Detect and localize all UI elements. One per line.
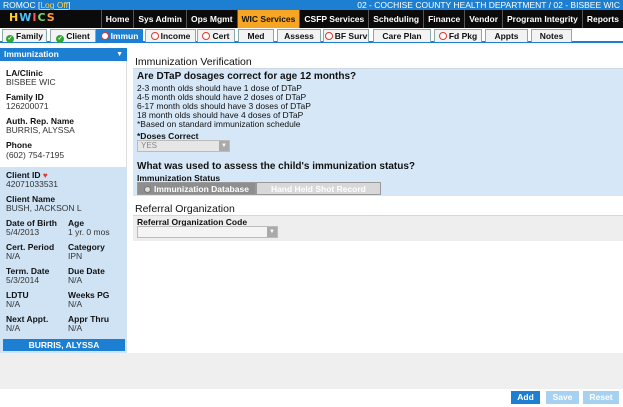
nav-item-finance[interactable]: Finance <box>423 10 464 28</box>
client-id-value: 42071033531 <box>6 179 59 189</box>
immunization-status-radio-group: Immunization Database Hand Held Shot Rec… <box>137 182 381 195</box>
bottom-panel <box>0 353 623 389</box>
immunization-verification-title: Immunization Verification <box>135 56 252 68</box>
hwics-logo: HWICS <box>9 11 56 24</box>
tab-notes[interactable]: Notes <box>531 29 572 42</box>
term-date-value: 5/3/2014 <box>6 275 40 285</box>
auth-rep-value: BURRIS, ALYSSA <box>6 125 75 135</box>
tab-income[interactable]: Income <box>145 29 196 42</box>
tab-cert[interactable]: Cert <box>197 29 235 42</box>
client-tab-bar: ✓ Family ✓ Client Immun Income Cert Med Assess BF… <box>0 28 623 43</box>
immunization-database-radio[interactable]: Immunization Database <box>137 182 256 195</box>
app-name: ROMOC [Log Off] <box>3 0 71 10</box>
cert-period-value: N/A <box>6 251 21 261</box>
nav-item-home[interactable]: Home <box>100 10 134 28</box>
nav-item-ops-mgmt[interactable]: Ops Mgmt <box>185 10 237 28</box>
required-icon <box>150 32 159 40</box>
appr-thru-value: N/A <box>68 323 83 333</box>
referral-block: Referral Organization Code ▼ <box>133 216 623 241</box>
tab-immun[interactable]: Immun <box>96 29 143 42</box>
nav-item-wic-services[interactable]: WIC Services <box>236 10 300 28</box>
tab-fd-pkg[interactable]: Fd Pkg <box>434 29 482 42</box>
ldtu-value: N/A <box>6 299 21 309</box>
nav-item-program-integrity[interactable]: Program Integrity <box>502 10 582 28</box>
category-value: IPN <box>68 251 83 261</box>
hand-held-shot-record-radio[interactable]: Hand Held Shot Record <box>255 182 381 195</box>
tab-bf-surv[interactable]: BF Surv <box>323 29 369 42</box>
nav-menu: Home Sys Admin Ops Mgmt WIC Services CSFP Se… <box>100 10 623 28</box>
weeks-pg-value: N/A <box>68 299 83 309</box>
client-name-value: BUSH, JACKSON L <box>6 203 82 213</box>
check-icon: ✓ <box>6 35 15 43</box>
chevron-down-icon: ▼ <box>267 227 277 237</box>
required-icon <box>100 32 109 40</box>
tab-appts[interactable]: Appts <box>485 29 528 42</box>
nav-item-scheduling[interactable]: Scheduling <box>368 10 423 28</box>
nav-item-csfp-services[interactable]: CSFP Services <box>299 10 368 28</box>
tab-assess[interactable]: Assess <box>277 29 321 42</box>
referral-code-select[interactable]: ▼ <box>137 226 278 238</box>
check-icon: ✓ <box>56 35 65 43</box>
location-label: 02 - COCHISE COUNTY HEALTH DEPARTMENT / … <box>357 0 620 10</box>
dtap-question: Are DTaP dosages correct for age 12 mont… <box>137 71 357 82</box>
phone-value: (602) 754-7195 <box>6 150 65 160</box>
due-date-value: N/A <box>68 275 83 285</box>
required-icon <box>324 32 333 40</box>
next-appt-value: N/A <box>6 323 21 333</box>
auth-rep-footer[interactable]: BURRIS, ALYSSA <box>3 339 125 351</box>
tab-client[interactable]: ✓ Client <box>50 29 96 43</box>
referral-organization-title: Referral Organization <box>135 203 235 215</box>
family-info: LA/Clinic BISBEE WIC Family ID 126200071… <box>0 61 127 167</box>
la-clinic-value: BISBEE WIC <box>6 77 56 87</box>
main-nav: HWICS Home Sys Admin Ops Mgmt WIC Services C… <box>0 10 623 28</box>
family-id-value: 126200071 <box>6 101 49 111</box>
required-icon <box>202 32 211 40</box>
schedule-note: *Based on standard immunization schedule <box>137 119 301 129</box>
client-summary-sidebar: Immunization ▼ LA/Clinic BISBEE WIC Fami… <box>0 48 127 353</box>
tab-care-plan[interactable]: Care Plan <box>373 29 431 42</box>
client-info: Client ID ♥ 42071033531 Client Name BUSH… <box>0 167 127 353</box>
reset-button[interactable]: Reset <box>583 391 619 404</box>
nav-item-sys-admin[interactable]: Sys Admin <box>133 10 186 28</box>
log-off-link[interactable]: Log Off <box>40 0 68 10</box>
tab-med[interactable]: Med <box>238 29 274 42</box>
chevron-down-icon: ▼ <box>219 141 229 151</box>
save-button[interactable]: Save <box>546 391 579 404</box>
add-button[interactable]: Add <box>511 391 540 404</box>
assessment-question: What was used to assess the child's immu… <box>137 161 415 172</box>
age-value: 1 yr. 0 mos <box>68 227 110 237</box>
nav-item-reports[interactable]: Reports <box>581 10 623 28</box>
dob-value: 5/4/2013 <box>6 227 40 237</box>
nav-item-vendor[interactable]: Vendor <box>464 10 502 28</box>
tab-family[interactable]: ✓ Family <box>2 29 47 43</box>
sidebar-header[interactable]: Immunization ▼ <box>0 48 127 61</box>
radio-icon <box>144 186 151 193</box>
phone-label: Phone <box>6 140 32 150</box>
doses-correct-select[interactable]: YES ▼ <box>137 140 230 152</box>
dtap-question-block: Are DTaP dosages correct for age 12 mont… <box>133 69 623 196</box>
required-icon <box>438 32 447 40</box>
title-bar: ROMOC [Log Off] 02 - COCHISE COUNTY HEAL… <box>0 0 623 10</box>
chevron-down-icon[interactable]: ▼ <box>116 48 123 61</box>
